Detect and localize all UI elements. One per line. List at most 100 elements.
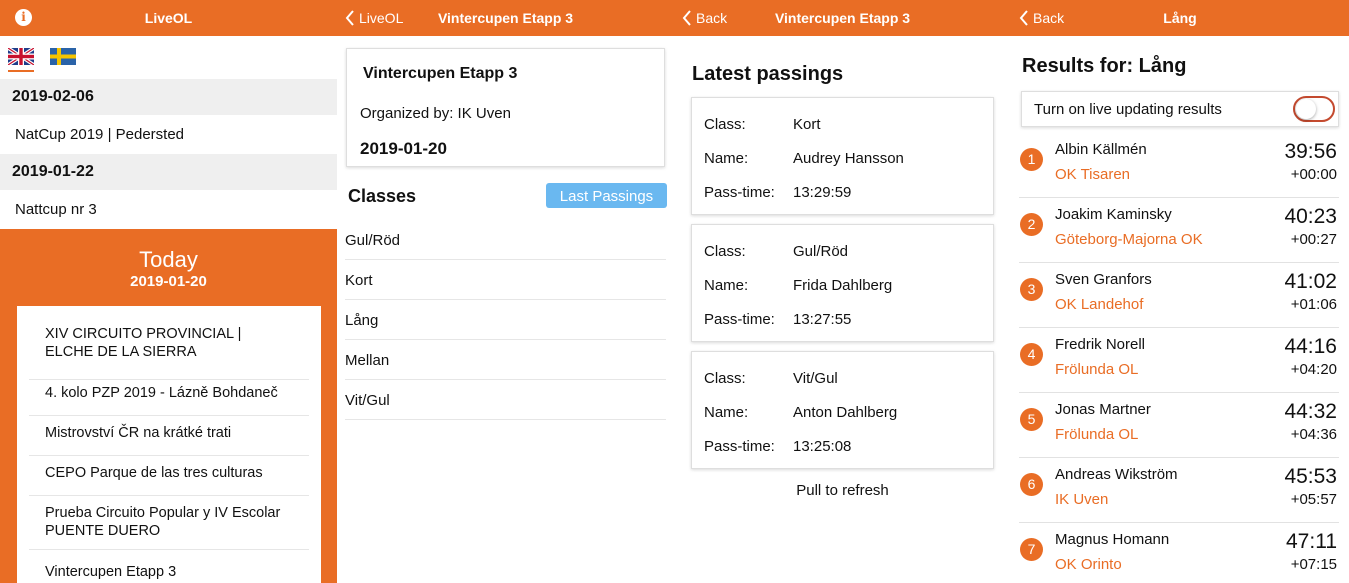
result-row[interactable]: 2 Joakim Kaminsky Göteborg-Majorna OK 40… <box>1019 198 1339 263</box>
runner-name: Jonas Martner <box>1055 401 1151 418</box>
place-badge: 2 <box>1020 213 1043 236</box>
result-time: 40:23 <box>1284 205 1337 228</box>
result-row[interactable]: 3 Sven Granfors OK Landehof 41:02 +01:06 <box>1019 263 1339 328</box>
nav-bar: LiveOL Vintercupen Etapp 3 <box>337 0 674 36</box>
place-badge: 7 <box>1020 538 1043 561</box>
result-row[interactable]: 1 Albin Källmén OK Tisaren 39:56 +00:00 <box>1019 133 1339 198</box>
place-badge: 6 <box>1020 473 1043 496</box>
date-header: 2019-02-06 <box>0 79 337 115</box>
class-label: Class: <box>704 243 746 260</box>
class-label: Class: <box>704 370 746 387</box>
passing-card: Class: Vit/Gul Name: Anton Dahlberg Pass-t… <box>691 351 994 469</box>
name-label: Name: <box>704 150 749 167</box>
competition-name: Vintercupen Etapp 3 <box>363 65 518 82</box>
today-event-item[interactable]: 4. kolo PZP 2019 - Lázně Bohdaneč <box>29 384 309 416</box>
result-time: 39:56 <box>1284 140 1337 163</box>
nav-title: Lång <box>1163 10 1197 26</box>
class-item[interactable]: Vit/Gul <box>345 380 666 420</box>
time-diff: +01:06 <box>1290 296 1337 313</box>
time-diff: +04:20 <box>1290 361 1337 378</box>
live-update-label: Turn on live updating results <box>1034 101 1222 118</box>
nav-bar: Back Vintercupen Etapp 3 <box>674 0 1011 36</box>
class-item[interactable]: Gul/Röd <box>345 220 666 260</box>
time-label: Pass-time: <box>704 438 775 455</box>
runner-name: Andreas Wikström <box>1055 466 1178 483</box>
place-badge: 3 <box>1020 278 1043 301</box>
passing-card: Class: Gul/Röd Name: Frida Dahlberg Pass-t… <box>691 224 994 342</box>
competition-date: 2019-01-20 <box>360 139 447 158</box>
event-item[interactable]: Nattcup nr 3 <box>0 191 337 229</box>
today-date: 2019-01-20 <box>130 273 207 290</box>
pull-to-refresh-hint: Pull to refresh <box>796 482 889 499</box>
runner-name: Fredrik Norell <box>1055 336 1146 353</box>
place-badge: 5 <box>1020 408 1043 431</box>
event-item[interactable]: NatCup 2019 | Pedersted <box>0 116 337 154</box>
selected-language-indicator <box>8 70 34 72</box>
club-name: OK Orinto <box>1055 556 1122 573</box>
result-time: 44:16 <box>1284 335 1337 358</box>
today-events-list: XIV CIRCUITO PROVINCIAL | ELCHE DE LA SI… <box>17 306 321 583</box>
classes-title: Classes <box>348 186 417 206</box>
passing-class: Kort <box>793 116 821 133</box>
time-diff: +00:00 <box>1290 166 1337 183</box>
today-section: Today 2019-01-20 XIV CIRCUITO PROVINCIAL… <box>0 229 337 583</box>
place-badge: 4 <box>1020 343 1043 366</box>
today-event-item[interactable]: CEPO Parque de las tres culturas <box>29 464 309 496</box>
latest-passings-screen: Back Vintercupen Etapp 3 Latest passings… <box>674 0 1011 583</box>
result-time: 41:02 <box>1284 270 1337 293</box>
results-screen: Back Lång Results for: Lång Turn on live… <box>1011 0 1349 583</box>
time-label: Pass-time: <box>704 184 775 201</box>
class-label: Class: <box>704 116 746 133</box>
class-item[interactable]: Mellan <box>345 340 666 380</box>
passing-name: Frida Dahlberg <box>793 277 893 294</box>
live-update-toggle[interactable] <box>1293 96 1335 122</box>
competition-info-card: Vintercupen Etapp 3 Organized by: IK Uve… <box>346 48 665 167</box>
results-title: Results for: Lång <box>1022 55 1187 77</box>
nav-title: LiveOL <box>144 10 193 26</box>
time-diff: +07:15 <box>1290 556 1337 573</box>
club-name: Frölunda OL <box>1055 426 1139 443</box>
time-diff: +00:27 <box>1290 231 1337 248</box>
class-item[interactable]: Lång <box>345 300 666 340</box>
today-event-item[interactable]: Mistrovství ČR na krátké trati <box>29 424 309 456</box>
uk-flag-icon[interactable] <box>8 48 34 65</box>
passing-class: Vit/Gul <box>793 370 838 387</box>
events-list-screen: i LiveOL 2019-02-06 NatCup 2019 | Peders <box>0 0 337 583</box>
class-item[interactable]: Kort <box>345 260 666 300</box>
club-name: OK Tisaren <box>1055 166 1131 183</box>
time-label: Pass-time: <box>704 311 775 328</box>
today-event-item[interactable]: XIV CIRCUITO PROVINCIAL | ELCHE DE LA SI… <box>29 325 309 380</box>
nav-bar: Back Lång <box>1011 0 1349 36</box>
runner-name: Sven Granfors <box>1055 271 1152 288</box>
nav-bar: i LiveOL <box>0 0 337 36</box>
place-badge: 1 <box>1020 148 1043 171</box>
result-row[interactable]: 4 Fredrik Norell Frölunda OL 44:16 +04:2… <box>1019 328 1339 393</box>
today-title: Today <box>139 247 198 272</box>
result-row[interactable]: 5 Jonas Martner Frölunda OL 44:32 +04:36 <box>1019 393 1339 458</box>
runner-name: Albin Källmén <box>1055 141 1147 158</box>
name-label: Name: <box>704 404 749 421</box>
language-selector <box>8 48 92 65</box>
last-passings-button[interactable]: Last Passings <box>546 183 667 208</box>
latest-passings-title: Latest passings <box>692 63 844 85</box>
passing-card: Class: Kort Name: Audrey Hansson Pass-time… <box>691 97 994 215</box>
passing-time: 13:27:55 <box>793 311 852 328</box>
today-event-item[interactable]: Prueba Circuito Popular y IV Escolar PUE… <box>29 504 309 550</box>
passing-name: Audrey Hansson <box>793 150 904 167</box>
result-time: 45:53 <box>1284 465 1337 488</box>
nav-title: Vintercupen Etapp 3 <box>437 10 574 26</box>
organizer: Organized by: IK Uven <box>360 105 511 122</box>
passing-name: Anton Dahlberg <box>793 404 898 421</box>
time-diff: +04:36 <box>1290 426 1337 443</box>
live-update-card: Turn on live updating results <box>1021 91 1339 127</box>
result-row[interactable]: 6 Andreas Wikström IK Uven 45:53 +05:57 <box>1019 458 1339 523</box>
club-name: Göteborg-Majorna OK <box>1055 231 1203 248</box>
sweden-flag-icon[interactable] <box>50 48 76 65</box>
club-name: IK Uven <box>1055 491 1109 508</box>
runner-name: Magnus Homann <box>1055 531 1170 548</box>
today-event-item[interactable]: Vintercupen Etapp 3 <box>29 563 309 583</box>
club-name: OK Landehof <box>1055 296 1144 313</box>
passing-time: 13:25:08 <box>793 438 852 455</box>
name-label: Name: <box>704 277 749 294</box>
result-row[interactable]: 7 Magnus Homann OK Orinto 47:11 +07:15 <box>1019 523 1339 583</box>
